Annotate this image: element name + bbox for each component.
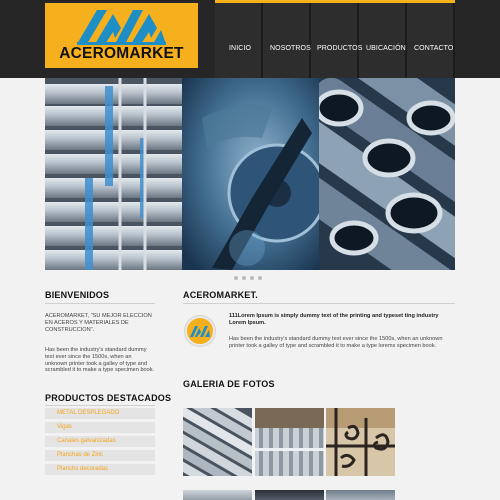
brand-name: ACEROMARKET: [59, 45, 184, 62]
product-label: METAL DESPLEGADO: [57, 410, 120, 416]
product-label: Planchas de Zinc: [57, 452, 104, 458]
product-label: Planchs decoradas: [57, 466, 109, 472]
circle-logo: [185, 316, 215, 346]
product-item[interactable]: Planchs decoradas: [45, 464, 155, 475]
site-header: ACEROMARKET INICIO NOSOTROS PRODUCTOS UB…: [0, 0, 500, 78]
product-label: Canales galvanizadas: [57, 438, 116, 444]
gallery-photo-pipes[interactable]: [183, 408, 252, 476]
main-title: ACEROMARKET.: [183, 290, 258, 300]
product-item[interactable]: Canales galvanizadas: [45, 436, 155, 447]
gallery-photo[interactable]: [326, 490, 395, 500]
intro-bold: 111Lorem Ipsum is simply dummy text of t…: [229, 313, 439, 326]
welcome-title: BIENVENIDOS: [45, 290, 110, 300]
intro-body: Has been the industry's standard dummy t…: [229, 336, 443, 349]
slider-dot[interactable]: [250, 276, 254, 280]
gallery-photo-sheets[interactable]: [255, 408, 324, 476]
slider-dots: [230, 276, 270, 282]
slide-pipe-cutting: [182, 78, 319, 270]
divider: [183, 303, 455, 304]
logo-mark-icon: [77, 10, 166, 45]
nav-ubicacion[interactable]: UBICACIÓN: [366, 45, 406, 52]
logo-mark-icon: [190, 326, 210, 337]
slider-dot[interactable]: [234, 276, 238, 280]
product-item[interactable]: METAL DESPLEGADO: [45, 408, 155, 419]
slide-galvanized-pipes: [45, 78, 182, 270]
nav-accent-bar: [215, 0, 455, 3]
nav-contacto[interactable]: CONTACTO: [414, 45, 453, 52]
divider: [45, 303, 155, 304]
main-nav: INICIO NOSOTROS PRODUCTOS UBICACIÓN CONT…: [215, 45, 455, 59]
gallery-photo[interactable]: [183, 490, 252, 500]
divider: [45, 405, 155, 406]
gallery-title: GALERIA DE FOTOS: [183, 379, 275, 389]
product-item[interactable]: Vigas: [45, 422, 155, 433]
site-logo[interactable]: ACEROMARKET: [45, 3, 198, 68]
nav-inicio[interactable]: INICIO: [229, 45, 251, 52]
nav-productos[interactable]: PRODUCTOS: [317, 45, 363, 52]
slide-steel-tubes: [319, 78, 455, 270]
gallery-photo[interactable]: [255, 490, 324, 500]
slider-dot[interactable]: [242, 276, 246, 280]
products-title: PRODUCTOS DESTACADOS: [45, 393, 172, 403]
welcome-quote: ACEROMARKET, "SU MEJOR ELECCION EN ACERO…: [45, 313, 152, 333]
product-label: Vigas: [57, 424, 72, 430]
nav-background: [215, 0, 455, 78]
slider-dot[interactable]: [258, 276, 262, 280]
nav-nosotros[interactable]: NOSOTROS: [270, 45, 311, 52]
hero-slider[interactable]: [45, 78, 455, 270]
gallery-photo-railing[interactable]: [326, 408, 395, 476]
welcome-body: Has been the industry's standard dummy t…: [45, 347, 155, 374]
product-item[interactable]: Planchas de Zinc: [45, 450, 155, 461]
